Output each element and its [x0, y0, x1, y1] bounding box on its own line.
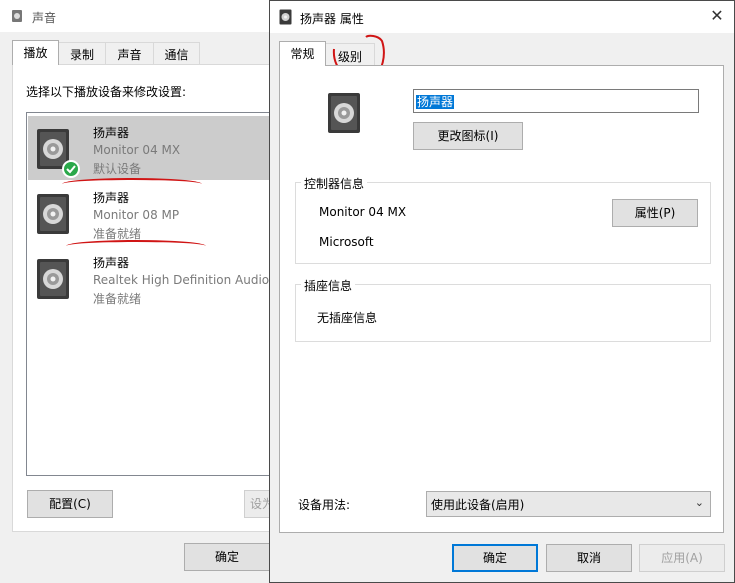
properties-titlebar[interactable]: 扬声器 属性 ✕	[270, 1, 734, 33]
annotation-underline	[62, 178, 202, 190]
device-item-realtek[interactable]: 扬声器 Realtek High Definition Audio 准备就绪	[28, 246, 281, 310]
device-status: 准备就绪	[93, 292, 142, 306]
sound-app-icon	[12, 10, 22, 22]
device-usage-value: 使用此设备(启用)	[431, 498, 525, 512]
sound-window-title: 声音	[32, 11, 57, 25]
controller-model: Monitor 04 MX	[319, 205, 407, 219]
device-name-value: 扬声器	[416, 95, 455, 109]
device-name: 扬声器	[93, 126, 130, 140]
change-icon-button[interactable]: 更改图标(I)	[413, 122, 523, 150]
playback-instruction: 选择以下播放设备来修改设置:	[26, 85, 187, 99]
device-usage-select[interactable]: 使用此设备(启用) ⌄	[426, 491, 711, 517]
tab-general[interactable]: 常规	[279, 41, 326, 66]
close-icon[interactable]: ✕	[706, 5, 728, 27]
device-model: Realtek High Definition Audio	[93, 273, 270, 287]
jack-info-value: 无插座信息	[317, 311, 378, 325]
cancel-button[interactable]: 取消	[546, 544, 632, 572]
tab-recording[interactable]: 录制	[58, 42, 106, 64]
device-name: 扬声器	[93, 256, 130, 270]
device-item-monitor-04[interactable]: 扬声器 Monitor 04 MX 默认设备	[28, 116, 281, 180]
playback-device-list[interactable]: 扬声器 Monitor 04 MX 默认设备 扬声器 Monitor 08 MP…	[26, 112, 282, 476]
device-status: 默认设备	[93, 162, 142, 176]
annotation-underline	[66, 240, 206, 252]
ok-button[interactable]: 确定	[452, 544, 538, 572]
device-model: Monitor 08 MP	[93, 208, 180, 222]
speaker-icon	[328, 93, 360, 133]
properties-title: 扬声器 属性	[300, 12, 364, 26]
speaker-properties-dialog: 扬声器 属性 ✕ 常规 级别 扬声器 更改图标(I) 控制器信息 Monitor…	[269, 0, 735, 583]
sound-ok-button[interactable]: 确定	[184, 543, 270, 571]
sound-titlebar[interactable]: 声音	[0, 0, 290, 32]
sound-window: 声音 播放 录制 声音 通信 选择以下播放设备来修改设置: 扬声器 Monito…	[0, 0, 290, 583]
speaker-icon	[37, 194, 69, 234]
controller-vendor: Microsoft	[319, 235, 374, 249]
device-name-input[interactable]: 扬声器	[413, 89, 699, 113]
default-check-icon	[62, 160, 80, 178]
device-item-monitor-08[interactable]: 扬声器 Monitor 08 MP 准备就绪	[28, 181, 281, 245]
tab-sounds[interactable]: 声音	[105, 42, 154, 64]
chevron-down-icon: ⌄	[694, 496, 704, 509]
speaker-icon	[37, 259, 69, 299]
device-usage-label: 设备用法:	[298, 498, 351, 512]
controller-properties-button[interactable]: 属性(P)	[612, 199, 698, 227]
device-model: Monitor 04 MX	[93, 143, 181, 157]
configure-button[interactable]: 配置(C)	[27, 490, 113, 518]
controller-info-label: 控制器信息	[301, 175, 368, 192]
tab-playback[interactable]: 播放	[12, 40, 59, 65]
jack-info-label: 插座信息	[301, 277, 356, 294]
speaker-icon	[279, 9, 292, 25]
device-name: 扬声器	[93, 191, 130, 205]
apply-button[interactable]: 应用(A)	[639, 544, 725, 572]
tab-communications[interactable]: 通信	[153, 42, 200, 64]
